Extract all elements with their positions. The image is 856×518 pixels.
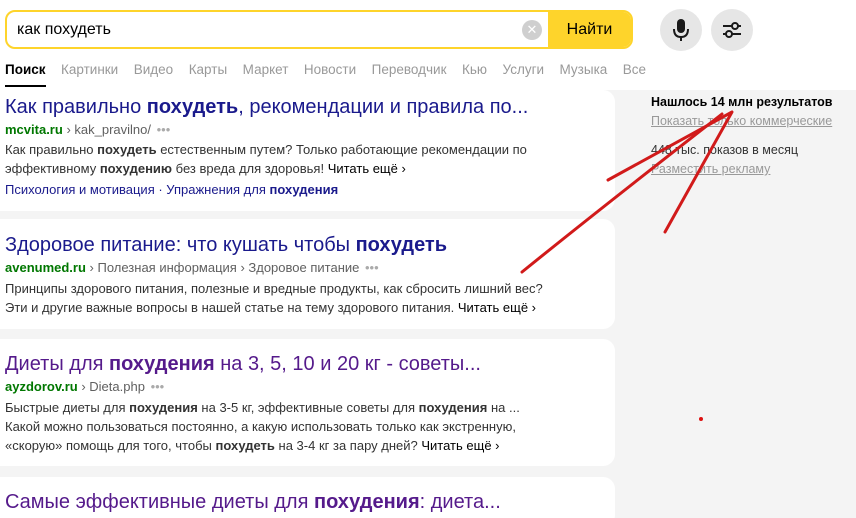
result-snippet: Как правильно похудеть естественным путе… [5, 142, 527, 157]
active-tab-indicator [5, 85, 46, 87]
search-result: Самые эффективные диеты для похудения: д… [0, 477, 615, 518]
result-title[interactable]: Здоровое питание: что кушать чтобы похуд… [5, 233, 447, 257]
result-snippet: Быстрые диеты для похудения на 3-5 кг, э… [5, 400, 520, 415]
result-snippet: Какой можно пользоваться постоянно, а ка… [5, 419, 516, 434]
more-options-icon[interactable]: ••• [365, 260, 379, 275]
read-more-link[interactable]: Читать ещё › [458, 300, 536, 315]
tab-q[interactable]: Кью [462, 60, 487, 80]
result-title[interactable]: Самые эффективные диеты для похудения: д… [5, 490, 501, 514]
search-button[interactable]: Найти [548, 12, 631, 47]
result-url[interactable]: ayzdorov.ru › Dieta.php ••• [5, 378, 164, 396]
tab-services[interactable]: Услуги [503, 60, 545, 80]
tab-translator[interactable]: Переводчик [372, 60, 447, 80]
results-count: Нашлось 14 млн результатов [651, 95, 833, 109]
clear-icon[interactable]: ✕ [522, 20, 542, 40]
tab-news[interactable]: Новости [304, 60, 356, 80]
tab-market[interactable]: Маркет [243, 60, 289, 80]
result-sitelinks: Психология и мотивация · Упражнения для … [5, 182, 339, 197]
more-options-icon[interactable]: ••• [151, 379, 165, 394]
tab-search[interactable]: Поиск [5, 60, 46, 80]
read-more-link[interactable]: Читать ещё › [328, 161, 406, 176]
search-box: ✕ Найти [5, 10, 633, 49]
search-result: Как правильно похудеть, рекомендации и п… [0, 90, 615, 211]
read-more-link[interactable]: Читать ещё › [421, 438, 499, 453]
voice-search-button[interactable] [660, 9, 702, 51]
sitelink[interactable]: Психология и мотивация [5, 182, 155, 197]
result-url[interactable]: avenumed.ru › Полезная информация › Здор… [5, 259, 379, 277]
search-tabs: Поиск Картинки Видео Карты Маркет Новост… [5, 60, 662, 80]
search-result: Здоровое питание: что кушать чтобы похуд… [0, 219, 615, 329]
result-snippet: эффективному похудению без вреда для здо… [5, 161, 406, 176]
result-domain[interactable]: mcvita.ru [5, 122, 63, 137]
search-result: Диеты для похудения на 3, 5, 10 и 20 кг … [0, 339, 615, 466]
sitelink[interactable]: Упражнения для похудения [166, 182, 338, 197]
commercial-only-link[interactable]: Показать только коммерческие [651, 113, 832, 129]
result-title[interactable]: Как правильно похудеть, рекомендации и п… [5, 95, 528, 119]
place-ad-link[interactable]: Разместить рекламу [651, 161, 770, 177]
tab-images[interactable]: Картинки [61, 60, 118, 80]
header: ✕ Найти Поиск Картинки Видео Карты Марке… [0, 0, 856, 90]
result-title[interactable]: Диеты для похудения на 3, 5, 10 и 20 кг … [5, 352, 481, 376]
impressions-count: 448 тыс. показов в месяц [651, 143, 799, 157]
result-snippet: Принципы здорового питания, полезные и в… [5, 281, 543, 296]
filters-button[interactable] [711, 9, 753, 51]
more-options-icon[interactable]: ••• [157, 122, 171, 137]
result-snippet: Эти и другие важные вопросы в нашей стат… [5, 300, 536, 315]
result-snippet: «скорую» помощь для того, чтобы похудеть… [5, 438, 500, 453]
result-domain[interactable]: avenumed.ru [5, 260, 86, 275]
tab-maps[interactable]: Карты [189, 60, 227, 80]
tab-music[interactable]: Музыка [560, 60, 608, 80]
result-domain[interactable]: ayzdorov.ru [5, 379, 78, 394]
microphone-icon [673, 19, 689, 41]
filters-icon [723, 22, 741, 38]
annotation-dot [699, 417, 703, 421]
tab-all[interactable]: Все [623, 60, 646, 80]
result-url[interactable]: mcvita.ru › kak_pravilno/ ••• [5, 121, 170, 139]
search-input[interactable] [17, 12, 517, 47]
tab-video[interactable]: Видео [134, 60, 173, 80]
